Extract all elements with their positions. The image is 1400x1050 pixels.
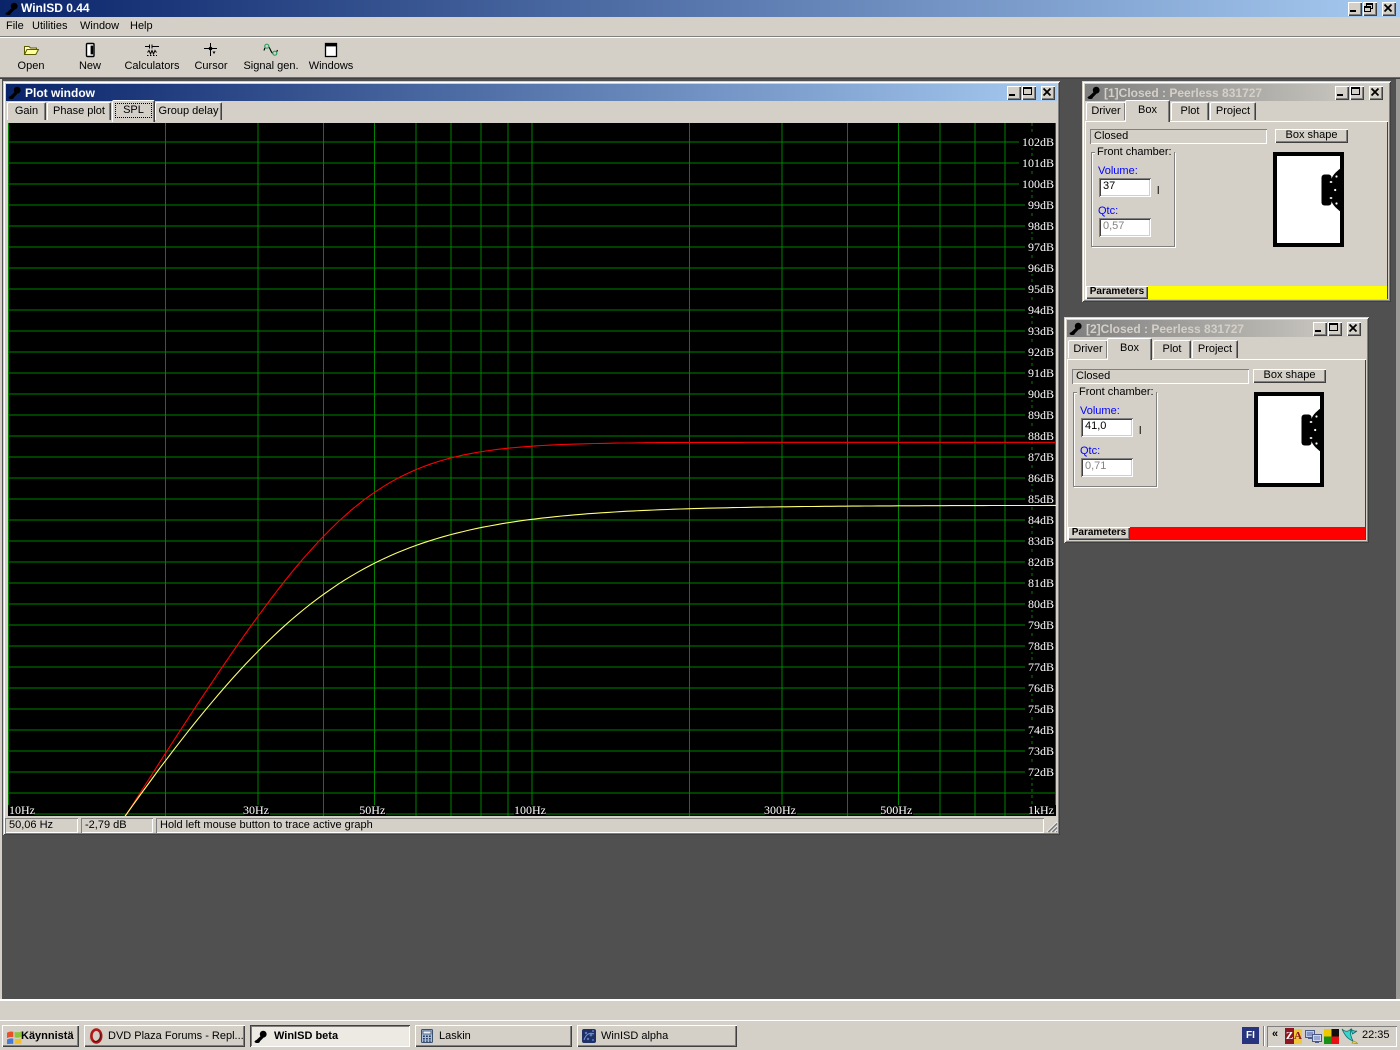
svg-text:91dB: 91dB bbox=[1028, 366, 1054, 380]
svg-text:77dB: 77dB bbox=[1028, 660, 1054, 674]
svg-text:1kHz: 1kHz bbox=[1028, 803, 1054, 816]
svg-text:96dB: 96dB bbox=[1028, 261, 1054, 275]
svg-text:90dB: 90dB bbox=[1028, 387, 1054, 401]
svg-text:72dB: 72dB bbox=[1028, 765, 1054, 779]
svg-text:50Hz: 50Hz bbox=[359, 803, 385, 816]
svg-text:500Hz: 500Hz bbox=[880, 803, 912, 816]
svg-text:75dB: 75dB bbox=[1028, 702, 1054, 716]
svg-text:30Hz: 30Hz bbox=[243, 803, 269, 816]
svg-text:88dB: 88dB bbox=[1028, 429, 1054, 443]
svg-text:83dB: 83dB bbox=[1028, 534, 1054, 548]
svg-text:73dB: 73dB bbox=[1028, 744, 1054, 758]
svg-text:81dB: 81dB bbox=[1028, 576, 1054, 590]
svg-text:101dB: 101dB bbox=[1022, 156, 1054, 170]
svg-text:76dB: 76dB bbox=[1028, 681, 1054, 695]
svg-text:82dB: 82dB bbox=[1028, 555, 1054, 569]
svg-text:89dB: 89dB bbox=[1028, 408, 1054, 422]
svg-text:78dB: 78dB bbox=[1028, 639, 1054, 653]
svg-text:98dB: 98dB bbox=[1028, 219, 1054, 233]
svg-text:93dB: 93dB bbox=[1028, 324, 1054, 338]
svg-text:100Hz: 100Hz bbox=[514, 803, 546, 816]
svg-text:10Hz: 10Hz bbox=[9, 803, 35, 816]
svg-text:92dB: 92dB bbox=[1028, 345, 1054, 359]
svg-text:86dB: 86dB bbox=[1028, 471, 1054, 485]
svg-text:95dB: 95dB bbox=[1028, 282, 1054, 296]
svg-text:80dB: 80dB bbox=[1028, 597, 1054, 611]
svg-text:94dB: 94dB bbox=[1028, 303, 1054, 317]
svg-text:85dB: 85dB bbox=[1028, 492, 1054, 506]
svg-text:87dB: 87dB bbox=[1028, 450, 1054, 464]
svg-text:84dB: 84dB bbox=[1028, 513, 1054, 527]
svg-text:300Hz: 300Hz bbox=[764, 803, 796, 816]
svg-text:79dB: 79dB bbox=[1028, 618, 1054, 632]
svg-text:100dB: 100dB bbox=[1022, 177, 1054, 191]
svg-text:97dB: 97dB bbox=[1028, 240, 1054, 254]
svg-text:74dB: 74dB bbox=[1028, 723, 1054, 737]
svg-text:99dB: 99dB bbox=[1028, 198, 1054, 212]
svg-text:102dB: 102dB bbox=[1022, 135, 1054, 149]
